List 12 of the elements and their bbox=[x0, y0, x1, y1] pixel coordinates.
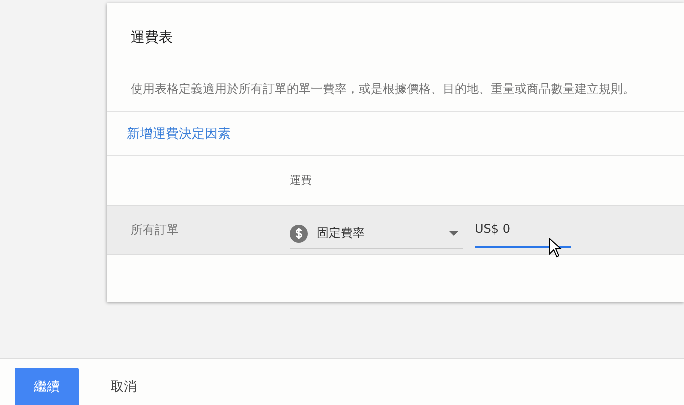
column-header: 運費 bbox=[290, 173, 312, 188]
row-label: 所有訂單 bbox=[130, 222, 180, 238]
amount-field[interactable]: US$ 0 bbox=[475, 218, 571, 248]
mouse-cursor-icon bbox=[549, 238, 563, 258]
caret-icon bbox=[449, 231, 459, 236]
add-factor-link[interactable]: 新增運費決定因素 bbox=[127, 124, 231, 142]
rate-type-dropdown[interactable]: 固定費率 bbox=[290, 219, 463, 249]
description-text: 使用表格定義適用於所有訂單的單一費率，或是根據價格、目的地、重量或商品數量建立規則。 bbox=[130, 81, 636, 98]
continue-button[interactable]: 繼續 bbox=[15, 368, 79, 405]
dollar-icon bbox=[290, 224, 308, 242]
card-title: 運費表 bbox=[130, 29, 174, 48]
cancel-button[interactable]: 取消 bbox=[103, 368, 145, 405]
